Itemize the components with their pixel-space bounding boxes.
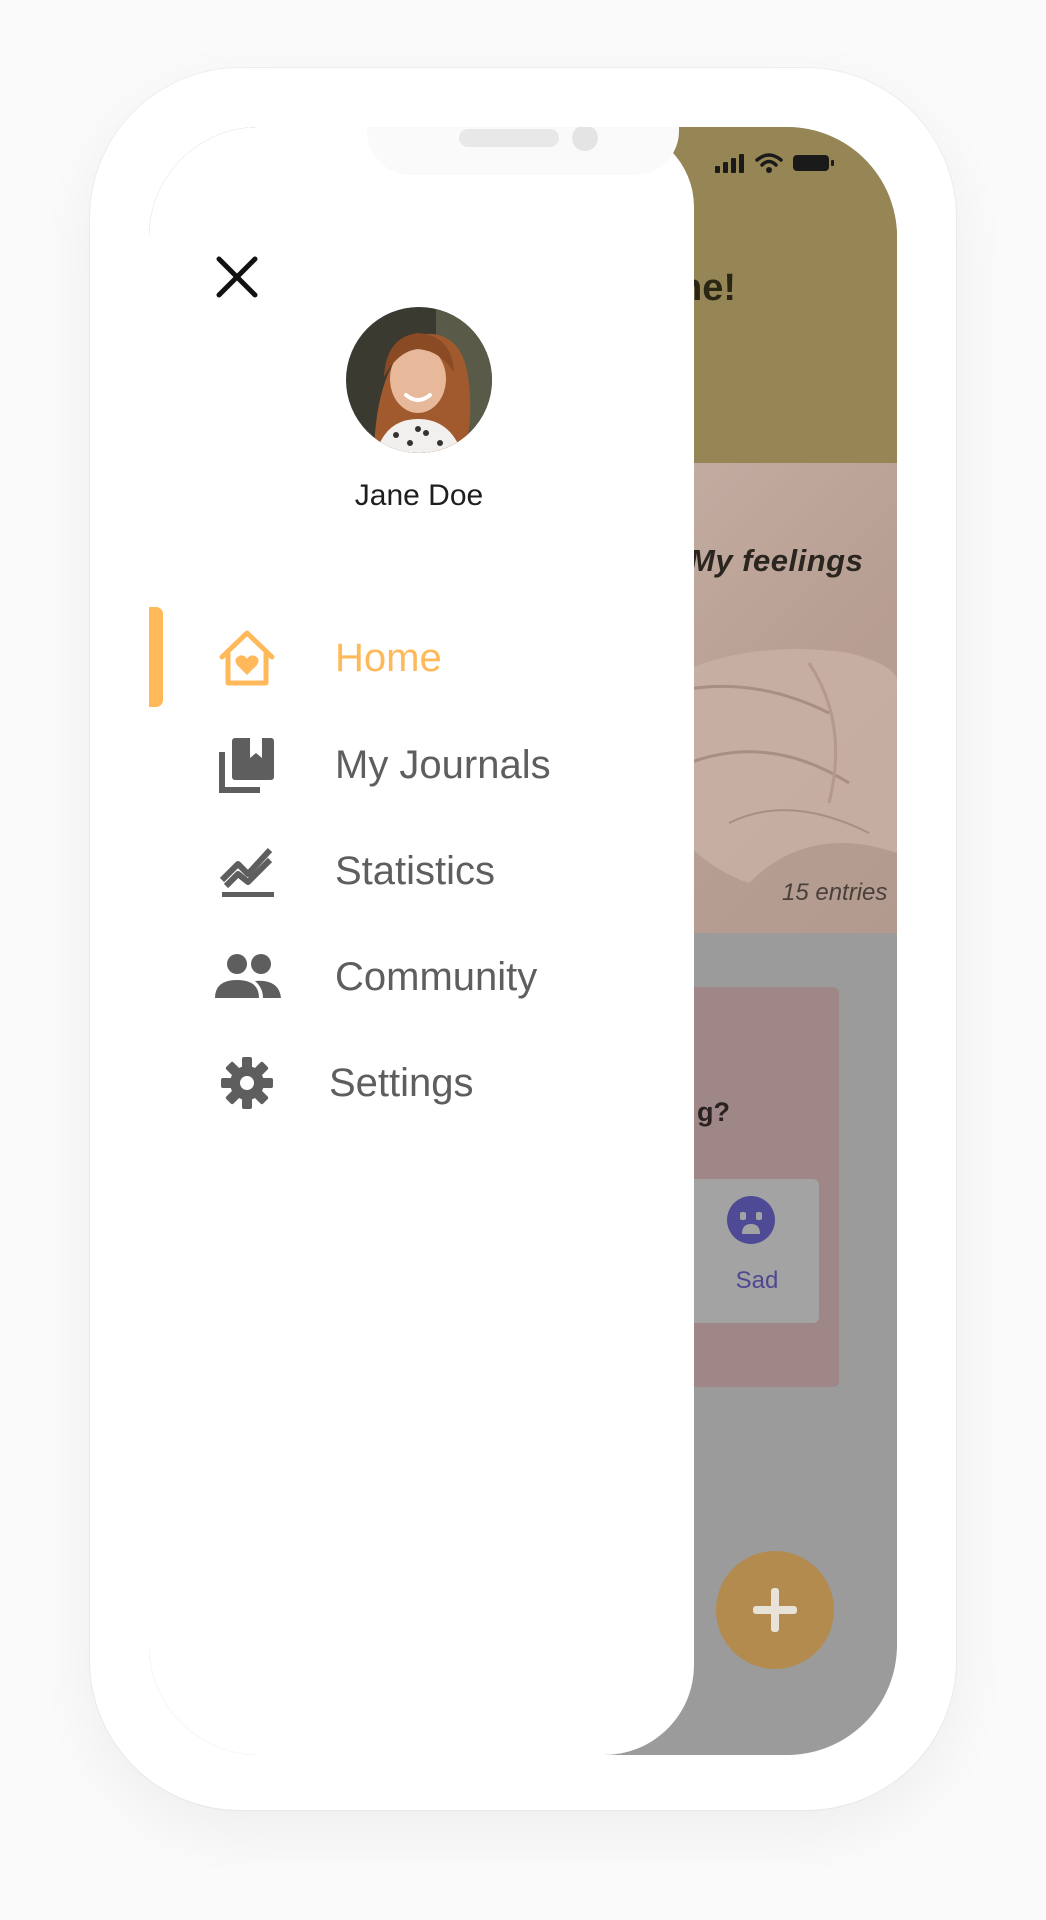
nav-label-my-journals: My Journals	[335, 742, 551, 787]
nav-item-home[interactable]: Home	[209, 618, 669, 698]
nav-label-settings: Settings	[329, 1060, 474, 1105]
close-button[interactable]	[211, 251, 263, 303]
battery-icon	[793, 155, 834, 171]
home-heart-icon	[209, 620, 285, 696]
gear-icon	[209, 1045, 285, 1121]
active-indicator	[149, 607, 163, 707]
phone-screen: ne! My feelings 15 entries g? Sad Jane D…	[149, 127, 897, 1755]
statistics-icon	[209, 833, 285, 909]
nav-item-community[interactable]: Community	[209, 937, 669, 1017]
status-bar	[715, 153, 835, 173]
nav-item-my-journals[interactable]: My Journals	[209, 725, 669, 805]
phone-notch	[367, 127, 679, 175]
cellular-signal-icon	[715, 154, 744, 173]
front-camera	[572, 127, 598, 151]
close-icon	[216, 256, 258, 298]
journals-icon	[209, 727, 285, 803]
speaker-grille	[459, 129, 559, 147]
plus-icon	[753, 1588, 797, 1632]
add-entry-button[interactable]	[716, 1551, 834, 1669]
nav-label-community: Community	[335, 954, 538, 999]
nav-label-statistics: Statistics	[335, 848, 496, 893]
nav-item-statistics[interactable]: Statistics	[209, 831, 669, 911]
sad-face-icon	[727, 1196, 775, 1244]
nav-item-settings[interactable]: Settings	[209, 1043, 669, 1123]
avatar[interactable]	[346, 307, 492, 453]
nav-label-home: Home	[335, 635, 442, 680]
mood-question: g?	[697, 1097, 730, 1127]
journal-card-title: My feelings	[689, 543, 864, 578]
wifi-icon	[755, 153, 783, 173]
navigation-drawer: Jane Doe Home My Journals Statistics Com…	[149, 127, 694, 1755]
mood-option-label: Sad	[735, 1267, 779, 1294]
user-name: Jane Doe	[354, 479, 484, 512]
journal-entries-count: 15 entries	[782, 879, 888, 906]
community-icon	[209, 939, 285, 1015]
